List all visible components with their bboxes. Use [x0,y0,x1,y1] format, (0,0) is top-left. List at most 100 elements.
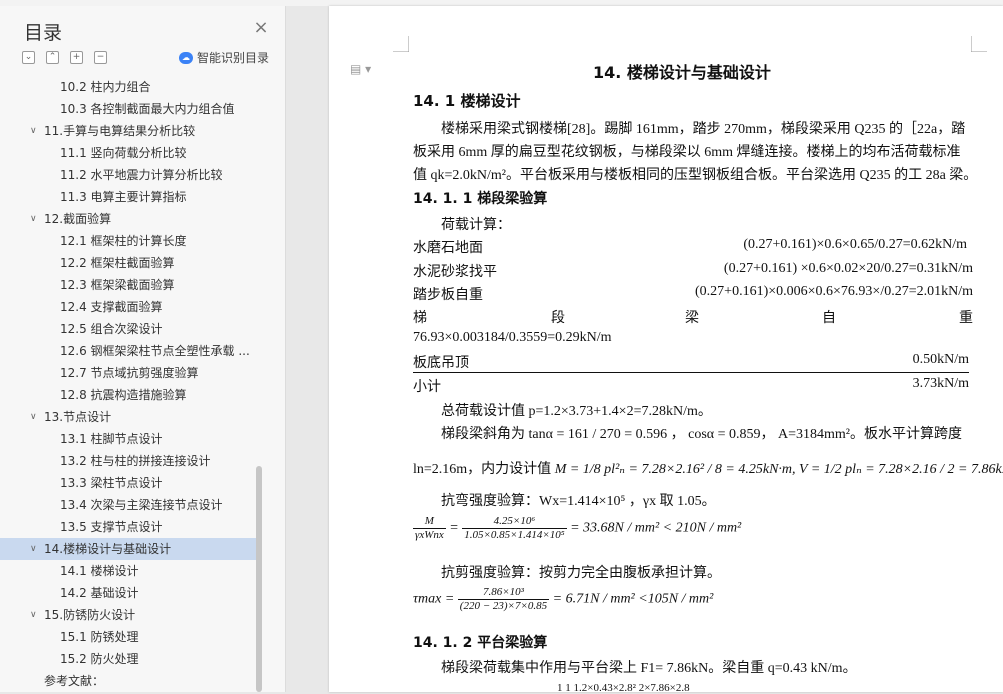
shear-lhs: τmax = [413,591,455,607]
add-icon[interactable]: + [70,51,83,64]
paragraph-line: 楼梯采用梁式钢楼梯[28]。踢脚 161mm，踏步 270mm，梯段梁采用 Q2… [441,122,966,137]
toc-scrollbar[interactable] [256,466,262,692]
close-icon[interactable]: × [253,19,269,37]
load-formula: (0.27+0.161)×0.6×0.65/0.27=0.62kN/m [743,237,967,252]
toc-item-label: 15.1 防锈处理 [60,630,139,644]
toc-chapter-item[interactable]: ∨ 12.截面验算 [0,208,256,230]
toc-item[interactable]: 13.2 柱与柱的拼接连接设计 [0,450,256,472]
shear-result: = 6.71N / mm² <105N / mm² [552,591,714,607]
self-weight-formula: 76.93×0.003184/0.3559=0.29kN/m [413,330,612,345]
document-page: ▤ ▾ 14. 楼梯设计与基础设计 14. 1 楼梯设计 楼梯采用梁式钢楼梯[2… [329,6,1003,694]
toc-item[interactable]: 13.1 柱脚节点设计 [0,428,256,450]
toc-item-label: 12.5 组合次梁设计 [60,322,163,336]
doc-title: 14. 楼梯设计与基础设计 [593,63,771,82]
toc-item[interactable]: 11.1 竖向荷载分析比较 [0,142,256,164]
toc-item-label: 14.2 基础设计 [60,586,139,600]
toc-item[interactable]: 11.2 水平地震力计算分析比较 [0,164,256,186]
justified-char: 梁 [685,311,699,326]
load-name: 水磨石地面 [413,241,483,256]
toc-item[interactable]: 12.8 抗震构造措施验算 [0,384,256,406]
subsection-heading: 14. 1. 1 梯段梁验算 [413,191,548,207]
smart-toc-button[interactable]: ☁ 智能识别目录 [179,49,269,66]
fraction-denominator: γxWnx [415,529,444,541]
toc-item[interactable]: 10.2 柱内力组合 [0,76,256,98]
toc-item-label: 12.1 框架柱的计算长度 [60,234,187,248]
bending-rhs-fraction: 4.25×10⁶ 1.05×0.85×1.414×10⁵ [462,515,567,542]
toc-item[interactable]: 12.4 支撑截面验算 [0,296,256,318]
toc-item[interactable]: 13.4 次梁与主梁连接节点设计 [0,494,256,516]
toc-item-label: 13.1 柱脚节点设计 [60,432,163,446]
ln-prefix: ln=2.16m，内力设计值 [413,462,552,477]
toc-item-label: 11.2 水平地震力计算分析比较 [60,168,223,182]
chevron-down-icon[interactable]: ∨ [30,120,37,142]
toc-item-label: 12.8 抗震构造措施验算 [60,388,187,402]
toc-item-label: 11.3 电算主要计算指标 [60,190,187,204]
cloud-icon: ☁ [179,51,193,64]
chevron-down-icon[interactable]: ∨ [30,538,37,560]
toc-item-label: 13.5 支撑节点设计 [60,520,163,534]
toc-item-label: 10.2 柱内力组合 [60,80,151,94]
toc-chapter-item[interactable]: ∨ 15.防锈防火设计 [0,604,256,626]
expand-up-icon[interactable]: ⌃ [46,51,59,64]
load-calc-label: 荷载计算： [441,218,511,233]
total-design-line: 总荷载设计值 p=1.2×3.73+1.4×2=7.28kN/m。 [441,404,712,419]
ceiling-row: 板底吊顶 0.50kN/m [413,352,969,373]
page-menu-icon[interactable]: ▤ ▾ [350,62,371,76]
moment-equation: M = 1/8 pl²ₙ = 7.28×2.16² / 8 = 4.25kN·m… [554,462,1003,477]
toc-item[interactable]: 13.5 支撑节点设计 [0,516,256,538]
bending-equation: MγxWnx = 4.25×10⁶ 1.05×0.85×1.414×10⁵ = 3… [413,515,742,542]
toc-item[interactable]: 12.7 节点域抗剪强度验算 [0,362,256,384]
paragraph-line: 值 qk=2.0kN/m²。平台板采用与楼板相同的压型钢板组合板。平台梁选用 Q… [413,168,978,183]
load-name: 水泥砂浆找平 [413,265,497,280]
bending-lhs-fraction: MγxWnx [413,515,446,542]
ln-line: ln=2.16m，内力设计值 M = 1/8 pl²ₙ = 7.28×2.16²… [413,458,1003,478]
page-corner-mark [393,36,409,52]
toc-item[interactable]: 14.2 基础设计 [0,582,256,604]
toc-item[interactable]: 12.1 框架柱的计算长度 [0,230,256,252]
justified-char: 自 [822,311,836,326]
toc-item-label: 13.节点设计 [44,410,112,424]
toc-item-label: 12.截面验算 [44,212,112,226]
toc-chapter-item[interactable]: ∨ 14.楼梯设计与基础设计 [0,538,256,560]
toc-item-label: 15.2 防火处理 [60,652,139,666]
toc-item[interactable]: 参考文献： [0,670,256,692]
toc-item-label: 13.2 柱与柱的拼接连接设计 [60,454,211,468]
toc-chapter-item[interactable]: ∨ 13.节点设计 [0,406,256,428]
toc-item[interactable]: 10.3 各控制截面最大内力组合值 [0,98,256,120]
load-name: 踏步板自重 [413,288,483,303]
toc-item[interactable]: 12.5 组合次梁设计 [0,318,256,340]
toc-list: 10.2 柱内力组合 10.3 各控制截面最大内力组合值 ∨ 11.手算与电算结果分析… [0,76,256,692]
toc-item-label: 12.2 框架柱截面验算 [60,256,175,270]
toc-item[interactable]: 11.3 电算主要计算指标 [0,186,256,208]
toc-item-label: 12.4 支撑截面验算 [60,300,163,314]
chevron-down-icon[interactable]: ∨ [30,208,37,230]
justified-char: 重 [959,311,973,326]
shear-check-line: 抗剪强度验算：按剪力完全由腹板承担计算。 [441,566,721,581]
toc-item[interactable]: 12.6 钢框架梁柱节点全塑性承载 ... [0,340,256,362]
bending-result: = 33.68N / mm² < 210N / mm² [570,520,742,536]
paragraph-line: 板采用 6mm 厚的扁豆型花纹钢板，与梯段梁以 6mm 焊缝连接。楼梯上的均布活… [413,145,961,160]
toc-item[interactable]: 15.1 防锈处理 [0,626,256,648]
remove-icon[interactable]: − [94,51,107,64]
chevron-down-icon[interactable]: ∨ [30,406,37,428]
collapse-all-icon[interactable]: ⌄ [22,51,35,64]
justified-char: 段 [551,311,565,326]
toc-chapter-item[interactable]: ∨ 11.手算与电算结果分析比较 [0,120,256,142]
toc-item[interactable]: 15.2 防火处理 [0,648,256,670]
bending-check-line: 抗弯强度验算：Wx=1.414×10⁵ ，γx 取 1.05。 [441,494,716,509]
load-formula: (0.27+0.161)×0.006×0.6×76.93×/0.27=2.01k… [695,284,973,299]
toc-item-label: 13.3 梁柱节点设计 [60,476,163,490]
fraction-numerator: 7.86×10³ [457,586,550,600]
chevron-down-icon[interactable]: ∨ [30,604,37,626]
ceiling-value: 0.50kN/m [912,352,969,367]
toc-sidebar: 目录 × ⌄ ⌃ + − ☁ 智能识别目录 10.2 柱内力组合 10.3 各控制… [0,6,286,692]
toc-item[interactable]: 12.2 框架柱截面验算 [0,252,256,274]
smart-toc-label: 智能识别目录 [197,51,270,65]
toc-item[interactable]: 12.3 框架梁截面验算 [0,274,256,296]
toc-item[interactable]: 14.1 楼梯设计 [0,560,256,582]
shear-fraction: 7.86×10³ (220 − 23)×7×0.85 [457,586,550,613]
fraction-numerator: 4.25×10⁶ [462,515,567,529]
toc-item[interactable]: 13.3 梁柱节点设计 [0,472,256,494]
toc-title: 目录 [24,22,63,44]
section-heading: 14. 1 楼梯设计 [413,92,521,110]
